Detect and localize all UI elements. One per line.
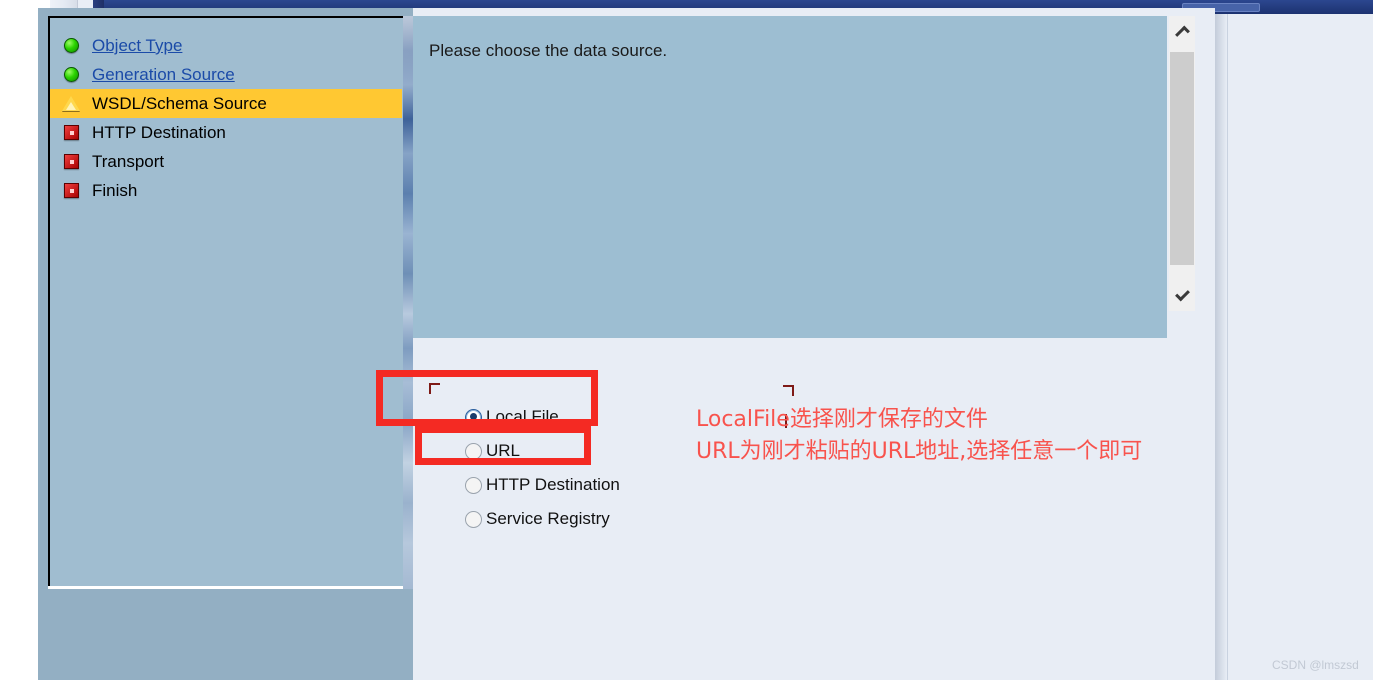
wizard-step-wsdl-schema-source[interactable]: WSDL/Schema Source [50,89,402,118]
wsdl-schema-wizard-dialog: Object Type Generation Source WSDL/Schem… [38,8,1215,680]
watermark: CSDN @lmszsd [1272,658,1359,672]
red-status-icon [50,125,92,140]
green-status-icon [50,67,92,82]
wizard-step-label: Generation Source [92,65,235,84]
red-status-icon [50,183,92,198]
annotation-focus-corner-mark [429,383,440,394]
wizard-message-panel: Please choose the data source. [413,16,1167,338]
wizard-step-label: Finish [92,181,138,200]
red-status-icon [50,154,92,169]
wizard-step-label: HTTP Destination [92,123,226,142]
wizard-step-object-type[interactable]: Object Type [50,31,411,60]
radio-option-label: Service Registry [486,509,610,528]
wizard-step-generation-source[interactable]: Generation Source [50,60,411,89]
wizard-step-list: Object Type Generation Source WSDL/Schem… [50,31,411,205]
wizard-step-list-edge [48,586,415,589]
warning-status-icon [50,96,92,111]
scrollbar-up-arrow[interactable] [1169,16,1195,50]
wizard-message-text: Please choose the data source. [429,41,668,60]
radio-button-icon[interactable] [465,476,482,494]
annotation-text: LocalFile选择刚才保存的文件 URL为刚才粘贴的URL地址,选择任意一个… [696,404,1142,468]
wizard-step-label: WSDL/Schema Source [92,94,267,113]
radio-option-service-registry[interactable]: Service Registry [465,502,620,536]
wizard-step-label: Transport [92,152,165,171]
radio-button-icon[interactable] [465,510,482,528]
radio-option-http-destination[interactable]: HTTP Destination [465,468,620,502]
wizard-content-area: Please choose the data source. Local Fil… [413,8,1215,680]
green-status-icon [50,38,92,53]
wizard-step-http-destination[interactable]: HTTP Destination [50,118,411,147]
annotation-highlight-url [415,426,591,465]
screenshot-root: Object Type Generation Source WSDL/Schem… [0,0,1373,680]
chevron-up-icon [1174,25,1190,41]
annotation-text-line-1: LocalFile选择刚才保存的文件 [696,407,988,432]
scrollbar-down-arrow[interactable] [1169,277,1195,311]
annotation-text-line-2: URL为刚才粘贴的URL地址,选择任意一个即可 [696,439,1143,464]
scrollbar-thumb[interactable] [1170,52,1194,265]
wizard-step-list-panel: Object Type Generation Source WSDL/Schem… [48,16,413,588]
dialog-drop-shadow [1213,14,1227,680]
ide-right-pane [1227,14,1373,680]
message-panel-scrollbar[interactable] [1169,16,1195,311]
annotation-highlight-local-file [376,370,598,426]
wizard-step-transport[interactable]: Transport [50,147,411,176]
wizard-step-label: Object Type [92,36,183,55]
radio-option-label: HTTP Destination [486,475,620,494]
annotation-tick-mark [783,385,794,396]
wizard-step-finish[interactable]: Finish [50,176,411,205]
chevron-down-icon [1174,286,1190,302]
